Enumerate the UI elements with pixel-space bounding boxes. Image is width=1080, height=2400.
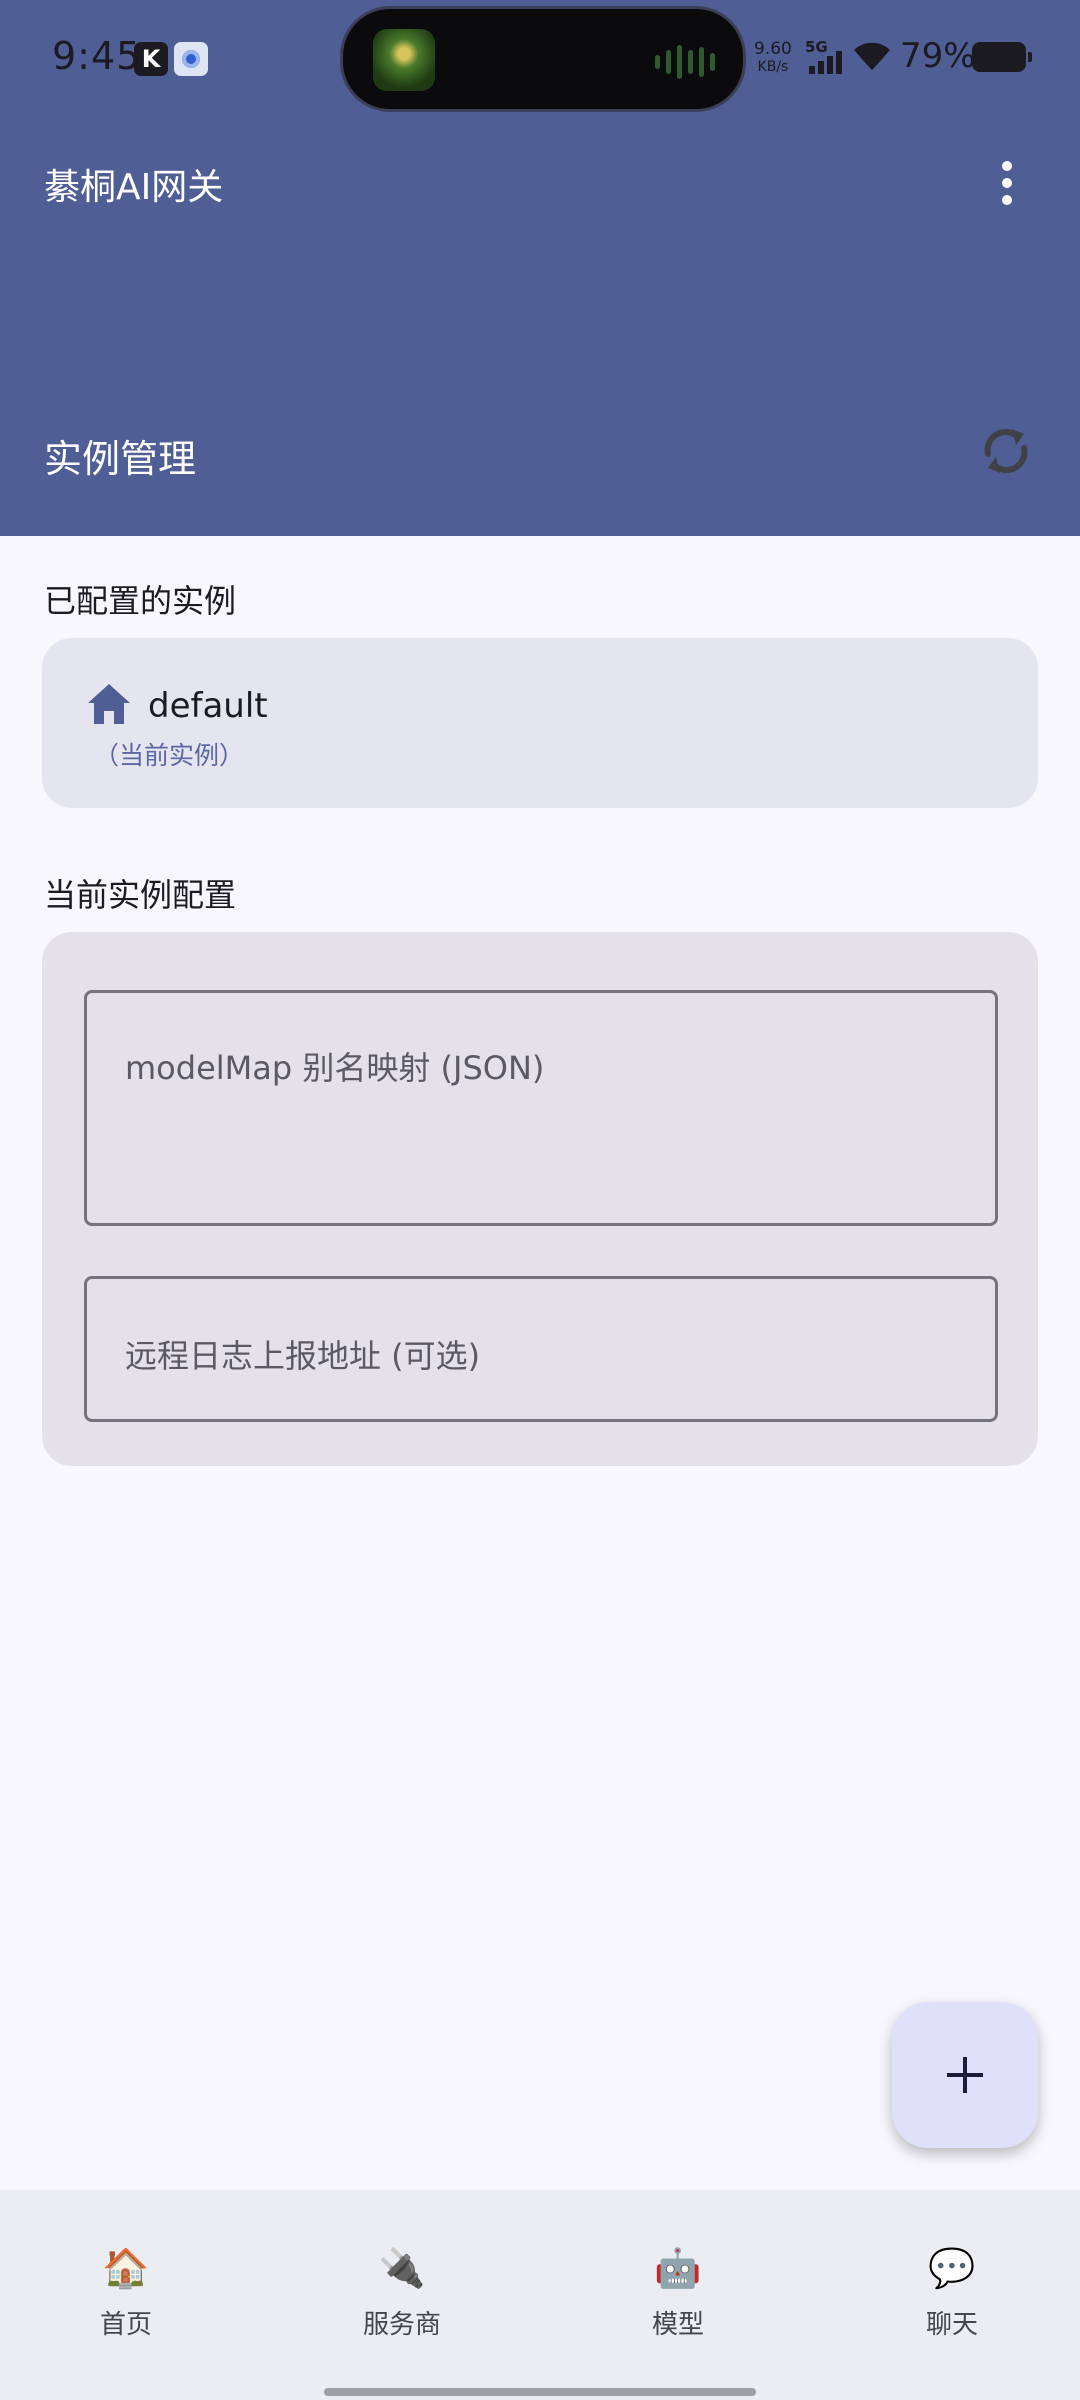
instance-card-default[interactable]: default （当前实例）: [42, 638, 1038, 808]
bottom-navigation: 🏠 首页 🔌 服务商 🤖 模型 💬 聊天: [0, 2190, 1080, 2400]
nav-label-providers: 服务商: [362, 2310, 441, 2340]
home-nav-icon: 🏠: [102, 2246, 150, 2290]
instance-name: default: [148, 686, 268, 726]
remote-log-url-field[interactable]: 远程日志上报地址 (可选): [84, 1276, 998, 1422]
page-title: 实例管理: [44, 437, 197, 481]
robot-nav-icon: 🤖: [654, 2246, 702, 2290]
network-speed-unit: KB/s: [757, 59, 789, 75]
model-map-field[interactable]: modelMap 别名映射 (JSON): [84, 990, 998, 1226]
nav-item-chat[interactable]: 💬 聊天: [852, 2244, 1052, 2341]
plus-icon: [947, 2057, 983, 2093]
battery-percent: 79%: [900, 36, 976, 76]
current-instance-label: （当前实例）: [94, 741, 245, 770]
top-app-bar: 9:45 K 9.60 KB/s 5G 79% 綦桐AI网关 实例管理: [0, 0, 1080, 536]
nav-label-home: 首页: [99, 2310, 152, 2340]
battery-icon: [972, 42, 1032, 72]
more-vert-icon: [1002, 161, 1012, 171]
chat-nav-icon: 💬: [928, 2246, 976, 2290]
nav-item-providers[interactable]: 🔌 服务商: [302, 2244, 502, 2341]
gesture-handle[interactable]: [324, 2388, 756, 2396]
configured-instances-heading: 已配置的实例: [44, 582, 237, 620]
status-bar: 9:45 K 9.60 KB/s 5G 79%: [0, 0, 1080, 118]
config-card: modelMap 别名映射 (JSON) 远程日志上报地址 (可选): [42, 932, 1038, 1466]
nav-item-home[interactable]: 🏠 首页: [26, 2244, 226, 2341]
network-speed-value: 9.60: [754, 39, 792, 59]
network-speed: 9.60 KB/s: [754, 40, 792, 76]
refresh-icon[interactable]: [976, 420, 1036, 482]
audio-waveform-icon: [655, 45, 715, 79]
dynamic-island[interactable]: [340, 6, 746, 112]
status-time: 9:45: [52, 34, 142, 78]
nav-item-models[interactable]: 🤖 模型: [578, 2244, 778, 2341]
camera-app-icon: [174, 42, 208, 76]
add-instance-button[interactable]: [892, 2002, 1038, 2148]
current-config-heading: 当前实例配置: [44, 876, 237, 914]
signal-icon: 5G: [805, 38, 845, 74]
wifi-icon: [854, 42, 890, 70]
nav-label-models: 模型: [651, 2310, 704, 2340]
nav-label-chat: 聊天: [925, 2310, 978, 2340]
plug-nav-icon: 🔌: [378, 2246, 426, 2290]
model-map-placeholder: modelMap 别名映射 (JSON): [125, 1049, 545, 1087]
app-title: 綦桐AI网关: [44, 167, 224, 208]
remote-log-url-placeholder: 远程日志上报地址 (可选): [125, 1337, 481, 1375]
home-icon: [88, 684, 130, 724]
k-app-icon: K: [134, 42, 168, 76]
more-options-button[interactable]: [982, 158, 1032, 208]
media-thumbnail-icon: [373, 29, 435, 91]
